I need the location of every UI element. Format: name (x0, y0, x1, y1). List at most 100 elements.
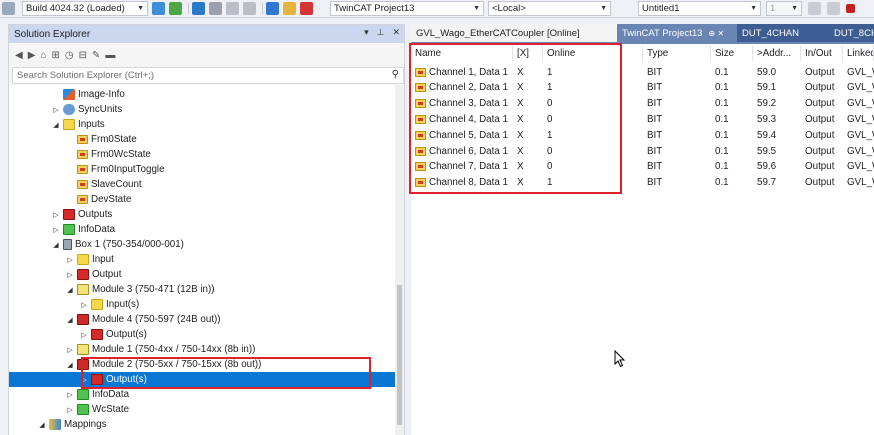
free-run-icon[interactable] (300, 2, 313, 15)
collapse-arrow-icon[interactable]: ◢ (65, 361, 75, 369)
step-icon[interactable] (808, 2, 821, 15)
tree-item[interactable]: ▷ Input(s) (9, 297, 395, 312)
table-cell: BIT (647, 175, 711, 191)
module-input-icon (77, 284, 89, 295)
tree-item-label: Frm0InputToggle (91, 164, 165, 175)
editor-tab[interactable]: GVL_Wago_EtherCATCoupler [Online] (411, 24, 617, 42)
tree-item[interactable]: ◢ Mappings (9, 417, 395, 432)
cell-text: 0.1 (715, 66, 729, 78)
tree-item[interactable]: ▷ Input (9, 252, 395, 267)
forward-icon[interactable]: ▶ (28, 50, 36, 61)
close-icon[interactable]: ✕ (392, 27, 400, 38)
expand-arrow-icon[interactable]: ▷ (65, 256, 75, 264)
tree-item[interactable]: ◢ Module 4 (750-597 (24B out)) (9, 312, 395, 327)
pending-changes-icon[interactable]: ◷ (65, 50, 74, 61)
tree-item[interactable]: DevState (9, 192, 395, 207)
column-header[interactable]: Size (711, 45, 753, 61)
pin-icon[interactable]: ⊥ (377, 27, 385, 38)
home-icon[interactable]: ⌂ (40, 50, 46, 61)
cell-text: GVL_W (847, 161, 874, 173)
editor-tab[interactable]: TwinCAT Project13 ⊕ ✕ (617, 24, 737, 42)
table-cell: 0.1 (715, 64, 753, 80)
expand-arrow-icon[interactable]: ▷ (51, 211, 61, 219)
tools-icon[interactable] (226, 2, 239, 15)
tree-item[interactable]: ▷ SyncUnits (9, 102, 395, 117)
expand-arrow-icon[interactable]: ▷ (51, 226, 61, 234)
number-combo[interactable]: 1 ▼ (766, 1, 802, 16)
activate-config-icon[interactable] (152, 2, 165, 15)
tree-item[interactable]: Frm0WcState (9, 147, 395, 162)
config-mode-icon[interactable] (283, 2, 296, 15)
cell-text: Output (805, 161, 835, 173)
untitled-combo[interactable]: Untitled1 ▼ (638, 1, 761, 16)
tree-scrollbar[interactable] (395, 85, 404, 435)
preview-icon[interactable]: ▬ (105, 50, 115, 61)
tree-item[interactable]: Frm0State (9, 132, 395, 147)
settings-icon[interactable] (243, 2, 256, 15)
build-combo[interactable]: Build 4024.32 (Loaded) ▼ (22, 1, 148, 16)
tree-item[interactable]: ▷ Outputs (9, 207, 395, 222)
tree-item-label: Module 1 (750-4xx / 750-14xx (8b in)) (92, 344, 256, 355)
collapse-arrow-icon[interactable]: ◢ (37, 421, 47, 429)
collapse-arrow-icon[interactable]: ◢ (51, 121, 61, 129)
online-icon[interactable] (266, 2, 279, 15)
tab-pin-close-icon[interactable]: ⊕ ✕ (708, 29, 724, 38)
editor-tab[interactable]: DUT_4CHAN (737, 24, 829, 42)
untitled-combo-label: Untitled1 (642, 3, 680, 14)
column-header[interactable]: Type (643, 45, 711, 61)
scrollbar-thumb[interactable] (397, 285, 402, 425)
tree-item[interactable]: ▷ InfoData (9, 222, 395, 237)
input-variable-icon (77, 180, 88, 189)
project-combo[interactable]: TwinCAT Project13 ▼ (330, 1, 484, 16)
tab-label: TwinCAT Project13 (622, 27, 703, 39)
tree-item[interactable]: ▷ Output (9, 267, 395, 282)
restart-icon[interactable] (169, 2, 182, 15)
back-icon[interactable]: ◀ (15, 50, 23, 61)
switch-views-icon[interactable]: ⊞ (51, 50, 59, 61)
column-header[interactable]: >Addr... (753, 45, 801, 61)
table-cell: GVL_W (847, 143, 874, 159)
target-combo[interactable]: <Local> ▼ (488, 1, 611, 16)
cell-text: BIT (647, 161, 663, 173)
search-icon[interactable]: ⚲ (392, 69, 399, 80)
search-solution-explorer-input[interactable]: Search Solution Explorer (Ctrl+;) ⚲ (12, 67, 404, 84)
build-icon (2, 2, 15, 15)
expand-arrow-icon[interactable]: ▷ (65, 271, 75, 279)
collapse-arrow-icon[interactable]: ◢ (51, 241, 61, 249)
expand-arrow-icon[interactable]: ▷ (51, 106, 61, 114)
column-header[interactable]: In/Out (801, 45, 843, 61)
chevron-down-icon: ▼ (750, 5, 757, 12)
pause-icon[interactable] (827, 2, 840, 15)
expand-arrow-icon[interactable]: ▷ (79, 331, 89, 339)
expand-arrow-icon[interactable]: ▷ (65, 406, 75, 414)
table-cell: BIT (647, 96, 711, 112)
cell-text: Output (805, 129, 835, 141)
tree-item[interactable]: ▷ WcState (9, 402, 395, 417)
expand-arrow-icon[interactable]: ▷ (65, 391, 75, 399)
build-combo-label: Build 4024.32 (Loaded) (26, 3, 125, 14)
tree-item[interactable]: Image-Info (9, 87, 395, 102)
tree-item[interactable]: ▷ Module 1 (750-4xx / 750-14xx (8b in)) (9, 342, 395, 357)
scan-icon[interactable] (192, 2, 205, 15)
properties-icon[interactable]: ✎ (92, 50, 100, 61)
tree-item[interactable]: ◢ Module 3 (750-471 (12B in)) (9, 282, 395, 297)
expand-arrow-icon[interactable]: ▷ (65, 346, 75, 354)
toggle-mode-icon[interactable] (209, 2, 222, 15)
tree-item[interactable]: ◢ Inputs (9, 117, 395, 132)
tree-item[interactable]: ▷ InfoData (9, 387, 395, 402)
table-cell: GVL_W (847, 159, 874, 175)
tree-item[interactable]: ◢ Box 1 (750-354/000-001) (9, 237, 395, 252)
tree-item[interactable]: ▷ Output(s) (9, 327, 395, 342)
editor-tab[interactable]: DUT_8CH (829, 24, 874, 42)
tree-item[interactable]: SlaveCount (9, 177, 395, 192)
collapse-arrow-icon[interactable]: ◢ (65, 286, 75, 294)
tree-item[interactable]: Frm0InputToggle (9, 162, 395, 177)
stop-icon[interactable] (846, 4, 855, 13)
dropdown-icon[interactable]: ▾ (364, 27, 369, 38)
collapse-arrow-icon[interactable]: ◢ (65, 316, 75, 324)
collapse-all-icon[interactable]: ⊟ (79, 50, 87, 61)
column-header[interactable]: Linked (843, 45, 874, 61)
expand-arrow-icon[interactable]: ▷ (79, 301, 89, 309)
cell-text: BIT (647, 82, 663, 94)
tree-item-label: Box 1 (750-354/000-001) (75, 239, 184, 250)
